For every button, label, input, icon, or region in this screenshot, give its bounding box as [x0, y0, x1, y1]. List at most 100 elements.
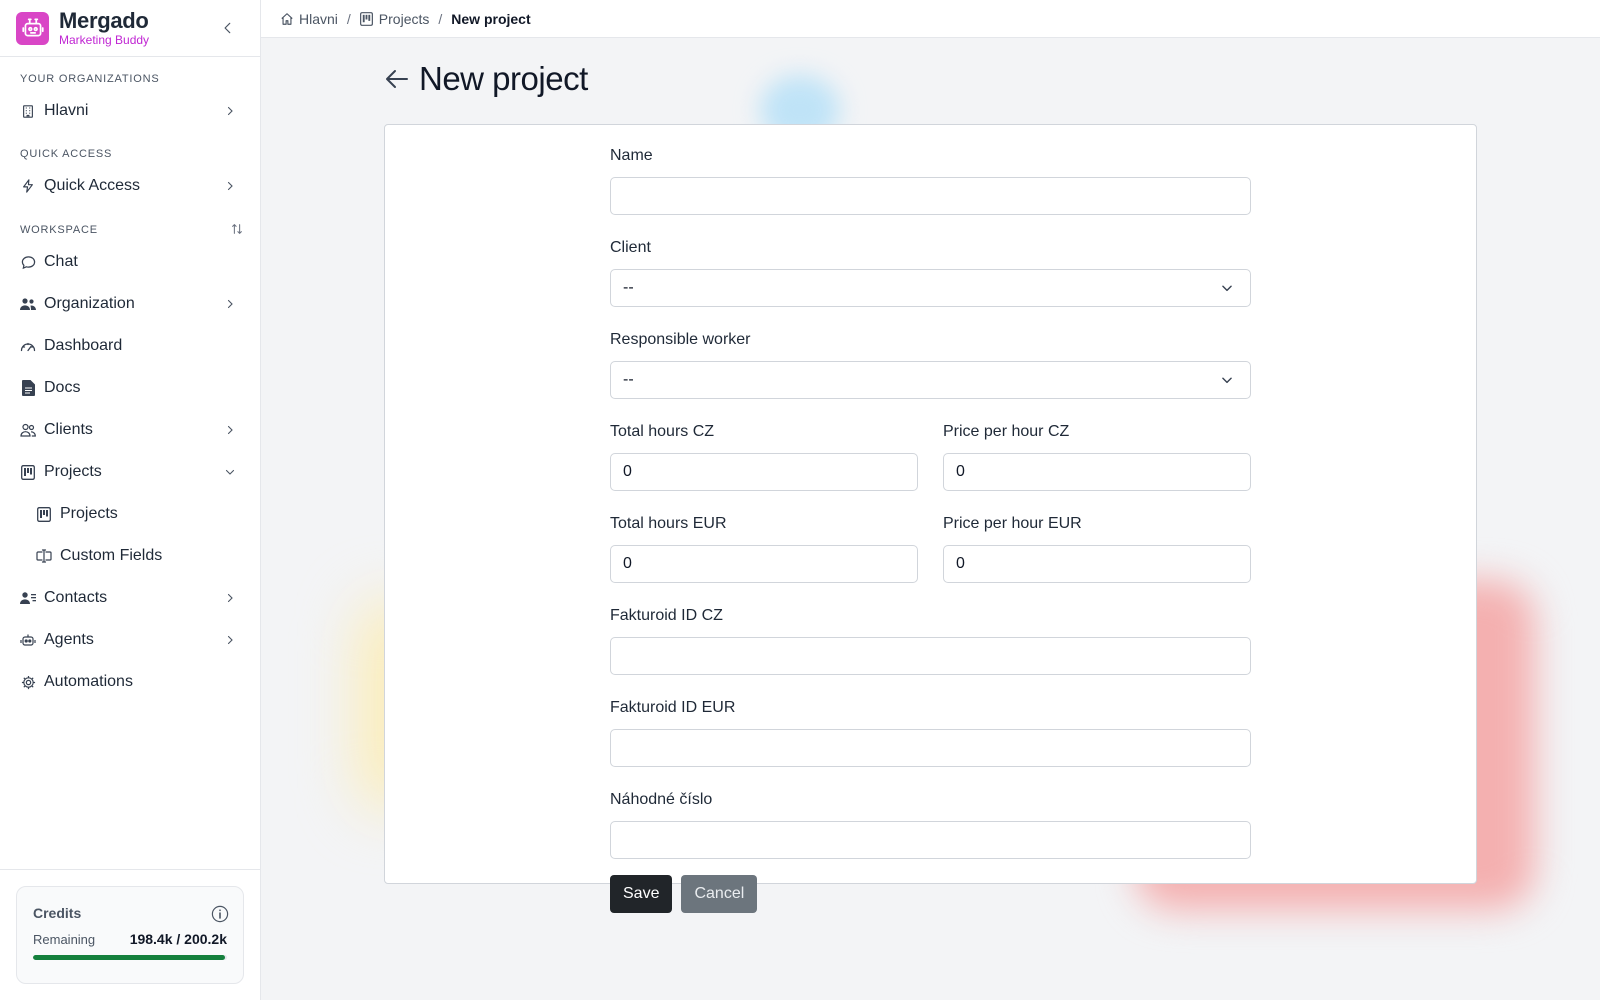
home-icon	[280, 12, 294, 26]
brand: Mergado Marketing Buddy	[0, 0, 260, 57]
breadcrumb-separator: /	[346, 10, 351, 27]
breadcrumb-home-label: Hlavni	[299, 10, 338, 27]
breadcrumb-separator: /	[438, 10, 443, 27]
client-select-value: --	[623, 279, 634, 296]
breadcrumb-projects[interactable]: Projects	[359, 10, 430, 27]
person-lines-icon	[20, 590, 36, 606]
kanban-icon	[36, 506, 52, 522]
brand-subtitle: Marketing Buddy	[59, 33, 150, 47]
price-hour-cz-input[interactable]: 0	[943, 453, 1251, 491]
input-cursor-icon	[36, 548, 52, 564]
sidebar-item-dashboard[interactable]: Dashboard	[0, 325, 260, 367]
sidebar-subitem-custom-fields[interactable]: Custom Fields	[0, 535, 260, 577]
chevron-right-icon	[222, 632, 238, 648]
field-fakturoid-eur: Fakturoid ID EUR	[610, 695, 1251, 767]
field-total-hours-cz: Total hours CZ 0	[610, 419, 918, 491]
chevron-down-icon	[222, 464, 238, 480]
building-icon	[20, 103, 36, 119]
sidebar-item-agents[interactable]: Agents	[0, 619, 260, 661]
chevron-right-icon	[222, 590, 238, 606]
back-arrow-icon[interactable]	[384, 66, 410, 92]
brand-name: Mergado	[59, 8, 149, 33]
sidebar-item-chat[interactable]: Chat	[0, 241, 260, 283]
sidebar-item-contacts[interactable]: Contacts	[0, 577, 260, 619]
credits-card: Credits Remaining 198.4k / 200.2k	[16, 886, 244, 984]
sidebar-item-hlavni[interactable]: Hlavni	[0, 90, 260, 132]
people-outline-icon	[20, 422, 36, 438]
document-icon	[20, 380, 36, 396]
sidebar-item-label: Projects	[60, 505, 118, 522]
fakturoid-cz-label: Fakturoid ID CZ	[610, 607, 723, 624]
section-label-organizations: YOUR ORGANIZATIONS	[20, 73, 160, 85]
sidebar-item-label: Docs	[44, 379, 81, 396]
sidebar-subitem-projects[interactable]: Projects	[0, 493, 260, 535]
chevron-down-icon	[1220, 373, 1236, 389]
credits-panel: Credits Remaining 198.4k / 200.2k	[0, 869, 260, 1000]
sidebar-item-docs[interactable]: Docs	[0, 367, 260, 409]
section-label-text: WORKSPACE	[20, 224, 98, 236]
people-icon	[20, 296, 36, 312]
field-fakturoid-cz: Fakturoid ID CZ	[610, 603, 1251, 675]
price-hour-cz-label: Price per hour CZ	[943, 423, 1070, 440]
save-button[interactable]: Save	[610, 875, 673, 913]
chevron-right-icon	[222, 103, 238, 119]
sidebar-item-label: Chat	[44, 253, 78, 270]
fakturoid-cz-input[interactable]	[610, 637, 1251, 675]
chevron-down-icon	[1220, 281, 1236, 297]
chevron-right-icon	[222, 296, 238, 312]
sidebar-item-quick-access[interactable]: Quick Access	[0, 165, 260, 207]
price-hour-eur-label: Price per hour EUR	[943, 515, 1082, 532]
sidebar-item-label: Dashboard	[44, 337, 123, 354]
total-hours-eur-label: Total hours EUR	[610, 515, 727, 532]
sidebar-item-clients[interactable]: Clients	[0, 409, 260, 451]
sidebar-item-automations[interactable]: Automations	[0, 661, 260, 703]
cancel-button[interactable]: Cancel	[681, 875, 758, 913]
kanban-icon	[20, 464, 36, 480]
sidebar-item-label: Contacts	[44, 589, 108, 606]
credits-value: 198.4k / 200.2k	[129, 931, 227, 947]
logo-robot-icon[interactable]	[16, 11, 49, 45]
chevron-right-icon	[222, 422, 238, 438]
nahodne-cislo-label: Náhodné číslo	[610, 791, 713, 808]
info-icon[interactable]	[211, 905, 229, 923]
total-hours-eur-input[interactable]: 0	[610, 545, 918, 583]
credits-progress-fill	[33, 955, 226, 960]
field-price-per-hour-cz: Price per hour CZ 0	[943, 419, 1251, 491]
speedometer-icon	[20, 338, 36, 354]
page-header: New project	[384, 60, 588, 98]
credits-remaining-label: Remaining	[33, 931, 96, 947]
worker-select[interactable]: --	[610, 361, 1251, 399]
collapse-sidebar-chevron-left-icon[interactable]	[218, 18, 238, 38]
fakturoid-eur-input[interactable]	[610, 729, 1251, 767]
sidebar-item-label: Projects	[44, 463, 102, 480]
sidebar-item-label: Hlavni	[44, 102, 89, 119]
section-label-workspace: WORKSPACE	[0, 219, 260, 241]
field-responsible-worker: Responsible worker --	[610, 327, 1251, 399]
page-title: New project	[419, 60, 588, 97]
price-hour-eur-input[interactable]: 0	[943, 545, 1251, 583]
sidebar-item-label: Clients	[44, 421, 93, 438]
field-total-hours-eur: Total hours EUR 0	[610, 511, 918, 583]
credits-title: Credits	[33, 905, 82, 921]
field-client: Client --	[610, 235, 1251, 307]
nahodne-cislo-input[interactable]	[610, 821, 1251, 859]
kanban-icon	[359, 11, 374, 26]
sidebar: Mergado Marketing Buddy YOUR ORGANIZATIO…	[0, 0, 261, 1000]
name-label: Name	[610, 147, 653, 164]
client-label: Client	[610, 239, 651, 256]
client-select[interactable]: --	[610, 269, 1251, 307]
sort-arrows-icon[interactable]	[230, 222, 246, 238]
chat-bubble-icon	[20, 254, 36, 270]
credits-progress-bar	[33, 955, 227, 960]
gear-icon	[20, 674, 36, 690]
name-input[interactable]	[610, 177, 1251, 215]
breadcrumb-projects-label: Projects	[378, 10, 430, 27]
worker-select-value: --	[623, 371, 634, 388]
breadcrumb-home[interactable]: Hlavni	[280, 11, 338, 27]
sidebar-item-projects[interactable]: Projects	[0, 451, 260, 493]
sidebar-item-label: Organization	[44, 295, 135, 312]
fakturoid-eur-label: Fakturoid ID EUR	[610, 699, 736, 716]
breadcrumb-current: New project	[451, 10, 531, 27]
total-hours-cz-input[interactable]: 0	[610, 453, 918, 491]
sidebar-item-organization[interactable]: Organization	[0, 283, 260, 325]
